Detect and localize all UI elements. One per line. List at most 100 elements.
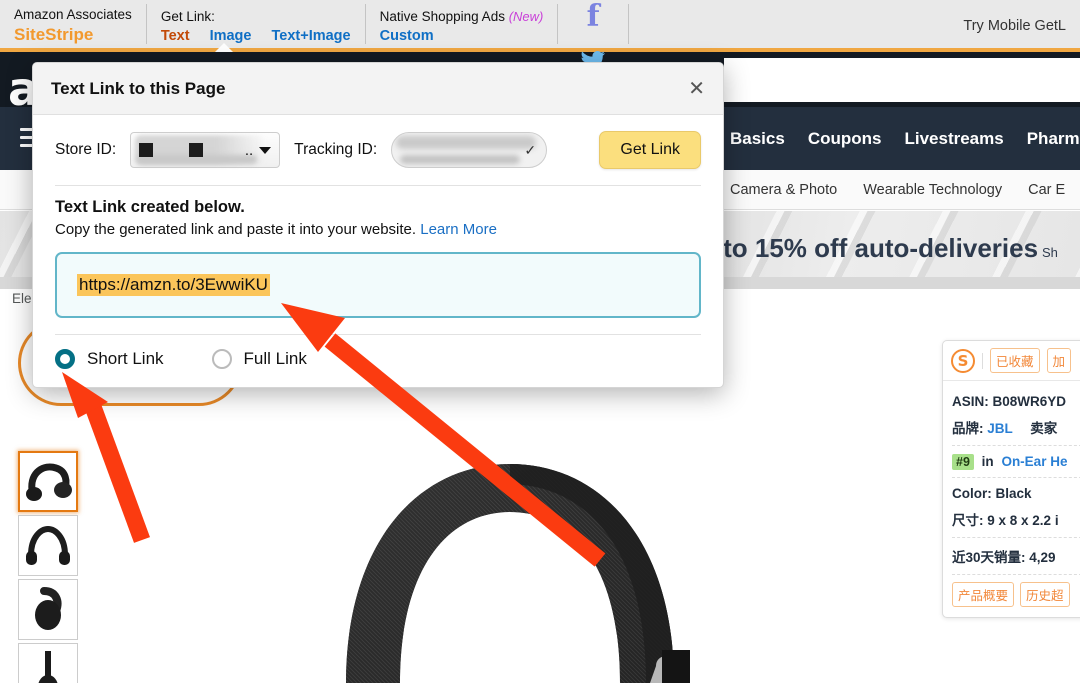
learn-more-link[interactable]: Learn More xyxy=(420,221,497,238)
asin-value: B08WR6YD xyxy=(992,394,1067,409)
store-id-label: Store ID: xyxy=(55,141,117,158)
size-row: 尺寸: 9 x 8 x 2.2 i xyxy=(952,505,1080,533)
sales-value: 4,29 xyxy=(1029,550,1056,565)
sitestripe-bar: Amazon Associates SiteStripe Get Link: T… xyxy=(0,0,1080,70)
store-id-select[interactable]: .. xyxy=(130,132,281,168)
close-icon[interactable]: ✕ xyxy=(688,79,705,99)
rank-row: #9 in On-Ear He xyxy=(952,450,1080,473)
get-link-button[interactable]: Get Link xyxy=(599,131,701,169)
chevron-down-icon xyxy=(259,146,272,154)
generated-link-box[interactable]: https://amzn.to/3EwwiKU xyxy=(55,252,701,318)
active-tab-caret xyxy=(214,43,233,52)
tab-text[interactable]: Text xyxy=(161,28,190,44)
share-group: Share: f xyxy=(558,0,627,70)
tab-custom[interactable]: Custom xyxy=(380,28,434,44)
full-link-radio-option[interactable]: Full Link xyxy=(211,349,307,369)
sales-row: 近30天销量: 4,29 xyxy=(952,542,1080,570)
headphones-front-thumb[interactable] xyxy=(18,515,78,576)
amazon-subnav-items: Camera & Photo Wearable Technology Car E xyxy=(724,170,1065,210)
store-id-ellipsis: .. xyxy=(244,141,254,159)
nav-item-basics[interactable]: Basics xyxy=(730,129,785,149)
facebook-icon[interactable]: f xyxy=(587,1,600,32)
subnav-item-camera-photo[interactable]: Camera & Photo xyxy=(730,182,837,198)
divider xyxy=(982,352,983,369)
headphones-front-icon xyxy=(26,525,70,565)
favorite-chip[interactable]: 已收藏 xyxy=(990,348,1040,373)
divider xyxy=(952,477,1080,478)
sitestripe-label: SiteStripe xyxy=(14,24,94,44)
associates-label: Amazon Associates xyxy=(14,6,132,22)
full-link-radio[interactable] xyxy=(211,349,232,369)
get-link-group: Get Link: Text Image Text+Image xyxy=(147,0,365,52)
tab-image[interactable]: Image xyxy=(210,28,252,44)
tab-text-image[interactable]: Text+Image xyxy=(271,28,350,44)
history-trend-button[interactable]: 历史超 xyxy=(1020,582,1070,607)
headphones-angled-thumb[interactable] xyxy=(18,451,78,512)
short-link-radio-option[interactable]: Short Link xyxy=(55,349,164,369)
headphones-side-thumb[interactable] xyxy=(18,579,78,640)
headphones-detail-thumb[interactable] xyxy=(18,643,78,683)
dialog-id-row: Store ID: .. Tracking ID: ✓ Get Link xyxy=(55,131,701,169)
sales-label: 近30天销量: xyxy=(952,550,1026,565)
subnav-item-wearable-technology[interactable]: Wearable Technology xyxy=(863,182,1002,198)
short-link-radio[interactable] xyxy=(55,349,75,369)
native-ads-label: Native Shopping Ads (New) xyxy=(380,8,544,26)
try-mobile-group: Try Mobile GetL xyxy=(629,0,1080,48)
brand-label: 品牌: xyxy=(952,421,984,436)
promo-banner-text: o to 15% off auto-deliveries xyxy=(700,233,1039,263)
link-created-heading: Text Link created below. xyxy=(55,198,245,216)
native-ads-title: Native Shopping Ads xyxy=(379,9,505,25)
nav-item-livestreams[interactable]: Livestreams xyxy=(904,129,1003,149)
native-ads-new-badge: (New) xyxy=(508,9,544,25)
screenshot-root: a Basics Coupons Livestreams Pharmac Cam… xyxy=(0,0,1080,683)
sitestripe-brand: Amazon Associates SiteStripe xyxy=(0,0,146,48)
subnav-item-car-electronics[interactable]: Car E xyxy=(1028,182,1065,198)
tracking-id-check-icon: ✓ xyxy=(524,141,537,158)
brand-row: 品牌: JBL 卖家 xyxy=(952,413,1080,441)
copy-instructions: Copy the generated link and paste it int… xyxy=(55,221,701,238)
rank-in-label: in xyxy=(981,454,994,469)
rank-category-link[interactable]: On-Ear He xyxy=(1001,454,1067,469)
extension-header: S 已收藏 加 xyxy=(943,341,1080,381)
redaction-block-2 xyxy=(189,143,204,157)
add-chip[interactable]: 加 xyxy=(1046,348,1072,373)
breadcrumb[interactable]: Ele xyxy=(12,291,32,306)
seller-label: 卖家 xyxy=(1030,421,1058,436)
native-ads-links: Custom xyxy=(380,28,544,44)
dialog-header: Text Link to this Page ✕ xyxy=(33,63,723,115)
divider xyxy=(952,574,1080,575)
link-type-radio-group: Short Link Full Link xyxy=(55,335,701,369)
nav-item-pharmacy[interactable]: Pharmac xyxy=(1027,129,1080,149)
tracking-id-redaction xyxy=(396,136,537,149)
native-ads-group: Native Shopping Ads (New) Custom xyxy=(366,0,558,48)
text-link-dialog: Text Link to this Page ✕ Store ID: .. Tr… xyxy=(32,62,724,388)
black-headphones-headband-illustration xyxy=(346,464,690,683)
nav-item-coupons[interactable]: Coupons xyxy=(808,129,882,149)
divider xyxy=(55,185,701,186)
amazon-search-bar[interactable] xyxy=(724,58,1080,102)
generated-link-text[interactable]: https://amzn.to/3EwwiKU xyxy=(77,274,270,296)
tracking-id-input[interactable]: ✓ xyxy=(391,132,548,168)
rank-badge: #9 xyxy=(952,454,974,470)
divider xyxy=(952,537,1080,538)
try-mobile-getlink-link[interactable]: Try Mobile GetL xyxy=(963,18,1066,34)
product-hero-image[interactable] xyxy=(150,420,930,683)
brand-value[interactable]: JBL xyxy=(987,421,1012,436)
full-link-label: Full Link xyxy=(243,349,307,368)
seller-extension-panel: S 已收藏 加 ASIN: B08WR6YD 品牌: JBL 卖家 #9 in … xyxy=(942,340,1080,618)
get-link-label: Get Link: xyxy=(160,9,215,25)
amazon-nav-items: Basics Coupons Livestreams Pharmac xyxy=(724,107,1080,170)
headphones-detail-icon xyxy=(38,650,58,683)
redaction-block-1 xyxy=(139,143,154,157)
dialog-title: Text Link to this Page xyxy=(51,78,226,98)
extension-body: ASIN: B08WR6YD 品牌: JBL 卖家 #9 in On-Ear H… xyxy=(943,381,1080,617)
size-value: 9 x 8 x 2.2 i xyxy=(987,513,1059,528)
sellersprite-logo-icon[interactable]: S xyxy=(951,348,975,373)
copy-instructions-text: Copy the generated link and paste it int… xyxy=(55,221,417,238)
asin-label: ASIN: xyxy=(952,394,989,409)
size-label: 尺寸: xyxy=(952,513,984,528)
dialog-body: Store ID: .. Tracking ID: ✓ Get Link Tex… xyxy=(33,115,723,387)
get-link-tabs: Text Image Text+Image xyxy=(161,28,351,44)
tracking-id-redaction-2 xyxy=(400,155,521,164)
product-overview-button[interactable]: 产品概要 xyxy=(952,582,1015,607)
